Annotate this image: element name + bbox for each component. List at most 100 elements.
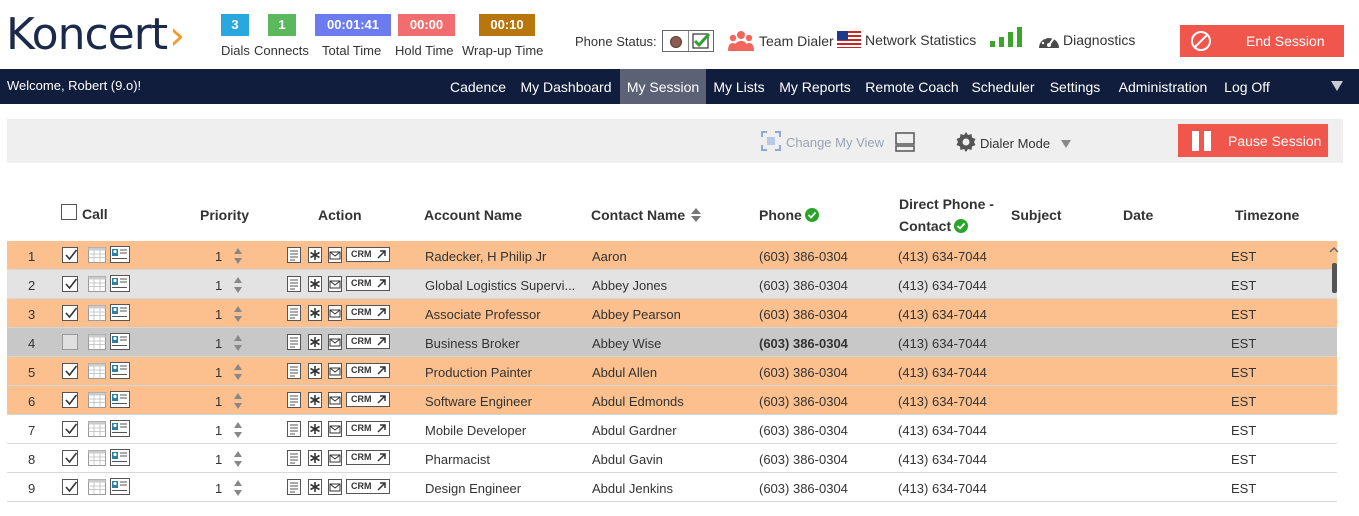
notes-icon[interactable] — [287, 392, 301, 408]
nav-remote-coach[interactable]: Remote Coach — [860, 69, 964, 104]
table-row[interactable]: 1 1 CRM Radecker, H Philip Jr Aaron (603) 386… — [7, 241, 1337, 270]
contact-card-icon[interactable] — [110, 362, 130, 379]
phone-number[interactable]: (603) 386-0304 — [759, 278, 848, 293]
direct-phone-number[interactable]: (413) 634-7044 — [898, 278, 987, 293]
asterisk-icon[interactable] — [308, 421, 322, 437]
priority-stepper-icon[interactable] — [233, 421, 243, 439]
asterisk-icon[interactable] — [308, 334, 322, 350]
phone-number[interactable]: (603) 386-0304 — [759, 394, 848, 409]
col-header-priority[interactable]: Priority — [200, 207, 249, 223]
priority-stepper-icon[interactable] — [233, 247, 243, 265]
email-icon[interactable] — [328, 392, 342, 408]
calendar-icon[interactable] — [88, 305, 106, 321]
notes-icon[interactable] — [287, 276, 301, 292]
col-header-direct-phone-contact[interactable]: Contact — [899, 218, 951, 234]
nav-cadence[interactable]: Cadence — [444, 69, 512, 104]
phone-number[interactable]: (603) 386-0304 — [759, 249, 848, 264]
call-checkbox[interactable] — [62, 421, 78, 437]
nav-administration[interactable]: Administration — [1110, 69, 1216, 104]
notes-icon[interactable] — [287, 421, 301, 437]
col-header-contact-name[interactable]: Contact Name — [591, 207, 685, 223]
nav-my-lists[interactable]: My Lists — [708, 69, 770, 104]
phone-number[interactable]: (603) 386-0304 — [759, 452, 848, 467]
calendar-icon[interactable] — [88, 247, 106, 263]
phone-number[interactable]: (603) 386-0304 — [759, 423, 848, 438]
priority-stepper-icon[interactable] — [233, 479, 243, 497]
end-session-button[interactable]: End Session — [1180, 25, 1344, 57]
select-all-checkbox[interactable] — [61, 204, 77, 220]
pause-session-button[interactable]: Pause Session — [1178, 124, 1328, 157]
email-icon[interactable] — [328, 363, 342, 379]
nav-my-dashboard[interactable]: My Dashboard — [516, 69, 616, 104]
contact-card-icon[interactable] — [110, 449, 130, 466]
call-checkbox[interactable] — [62, 392, 78, 408]
col-header-account-name[interactable]: Account Name — [424, 207, 522, 223]
table-row[interactable]: 3 1 CRM Associate Professor Abbey Pearson (60… — [7, 299, 1337, 328]
table-row[interactable]: 2 1 CRM Global Logistics Supervi... Abbey Jo… — [7, 270, 1337, 299]
asterisk-icon[interactable] — [308, 276, 322, 292]
contact-card-icon[interactable] — [110, 275, 130, 292]
phone-number[interactable]: (603) 386-0304 — [759, 336, 848, 351]
table-row[interactable]: 6 1 CRM Software Engineer Abdul Edmonds (603)… — [7, 386, 1337, 415]
notes-icon[interactable] — [287, 479, 301, 495]
call-checkbox[interactable] — [62, 363, 78, 379]
table-row[interactable]: 4 1 CRM Business Broker Abbey Wise (603) 386-… — [7, 328, 1337, 357]
email-icon[interactable] — [328, 450, 342, 466]
direct-phone-number[interactable]: (413) 634-7044 — [898, 336, 987, 351]
nav-scheduler[interactable]: Scheduler — [967, 69, 1039, 104]
priority-stepper-icon[interactable] — [233, 450, 243, 468]
phone-status-toggle[interactable] — [662, 30, 714, 52]
table-scrollbar[interactable] — [1332, 263, 1337, 293]
email-icon[interactable] — [328, 479, 342, 495]
table-row[interactable]: 8 1 CRM Pharmacist Abdul Gavin (603) 386-0304… — [7, 444, 1337, 473]
direct-phone-number[interactable]: (413) 634-7044 — [898, 452, 987, 467]
table-row[interactable]: 9 1 CRM Design Engineer Abdul Jenkins (603) 3… — [7, 473, 1337, 502]
crm-link-button[interactable]: CRM — [346, 479, 390, 494]
notes-icon[interactable] — [287, 450, 301, 466]
notes-icon[interactable] — [287, 334, 301, 350]
direct-phone-number[interactable]: (413) 634-7044 — [898, 249, 987, 264]
col-header-phone[interactable]: Phone — [759, 207, 802, 223]
scroll-up-icon[interactable] — [1329, 246, 1339, 253]
crm-link-button[interactable]: CRM — [346, 363, 390, 378]
col-header-call[interactable]: Call — [82, 206, 108, 222]
col-header-direct-phone[interactable]: Direct Phone - — [899, 196, 994, 212]
crm-link-button[interactable]: CRM — [346, 421, 390, 436]
network-statistics-link[interactable]: Network Statistics — [865, 32, 976, 48]
nav-my-reports[interactable]: My Reports — [774, 69, 856, 104]
asterisk-icon[interactable] — [308, 479, 322, 495]
col-header-date[interactable]: Date — [1123, 207, 1153, 223]
call-checkbox[interactable] — [62, 334, 78, 350]
crm-link-button[interactable]: CRM — [346, 334, 390, 349]
phone-number[interactable]: (603) 386-0304 — [759, 481, 848, 496]
priority-stepper-icon[interactable] — [233, 276, 243, 294]
team-dialer-link[interactable]: Team Dialer — [759, 33, 834, 49]
direct-phone-number[interactable]: (413) 634-7044 — [898, 307, 987, 322]
contact-card-icon[interactable] — [110, 333, 130, 350]
calendar-icon[interactable] — [88, 276, 106, 292]
notes-icon[interactable] — [287, 363, 301, 379]
email-icon[interactable] — [328, 305, 342, 321]
nav-dropdown-caret-icon[interactable] — [1331, 81, 1343, 91]
calendar-icon[interactable] — [88, 421, 106, 437]
direct-phone-number[interactable]: (413) 634-7044 — [898, 423, 987, 438]
contact-card-icon[interactable] — [110, 420, 130, 437]
asterisk-icon[interactable] — [308, 305, 322, 321]
priority-stepper-icon[interactable] — [233, 334, 243, 352]
notes-icon[interactable] — [287, 305, 301, 321]
crm-link-button[interactable]: CRM — [346, 392, 390, 407]
call-checkbox[interactable] — [62, 305, 78, 321]
phone-number[interactable]: (603) 386-0304 — [759, 365, 848, 380]
notes-icon[interactable] — [287, 247, 301, 263]
nav-settings[interactable]: Settings — [1043, 69, 1107, 104]
phone-number[interactable]: (603) 386-0304 — [759, 307, 848, 322]
direct-phone-number[interactable]: (413) 634-7044 — [898, 481, 987, 496]
email-icon[interactable] — [328, 334, 342, 350]
diagnostics-link[interactable]: Diagnostics — [1063, 32, 1135, 48]
contact-card-icon[interactable] — [110, 246, 130, 263]
priority-stepper-icon[interactable] — [233, 305, 243, 323]
priority-stepper-icon[interactable] — [233, 363, 243, 381]
calendar-icon[interactable] — [88, 450, 106, 466]
crm-link-button[interactable]: CRM — [346, 247, 390, 262]
call-checkbox[interactable] — [62, 247, 78, 263]
